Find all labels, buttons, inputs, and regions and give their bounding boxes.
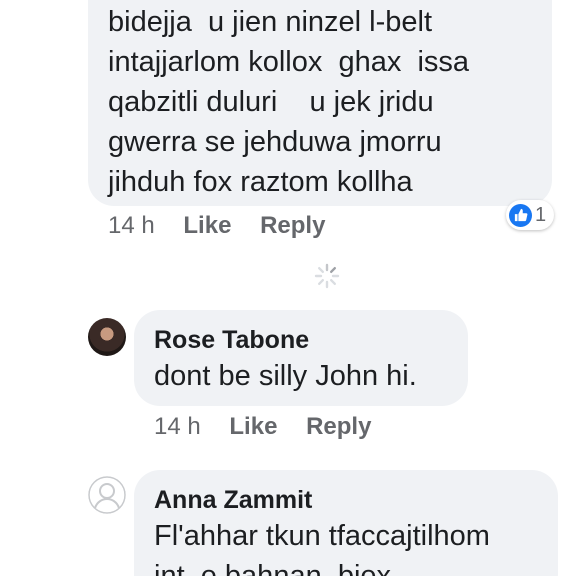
comment-timestamp: 14 h xyxy=(108,212,155,239)
comment-text-line: qabzitli duluri u jek jridu xyxy=(108,86,434,118)
comment-author[interactable]: Rose Tabone xyxy=(154,324,468,356)
comment-text-line: gwerra se jehduwa jmorru xyxy=(108,126,442,158)
comment-bubble: Anna Zammit Fl'ahhar tkun tfaccajtilhom … xyxy=(134,470,558,576)
avatar[interactable] xyxy=(88,318,126,356)
loading-spinner-icon xyxy=(314,263,340,289)
like-button[interactable]: Like xyxy=(183,212,231,239)
reaction-badge[interactable]: 1 xyxy=(506,200,554,230)
like-button[interactable]: Like xyxy=(229,413,277,440)
comment-thread: bidejja u jien ninzel l-belt intajjarlom… xyxy=(0,0,576,576)
thumbs-up-icon xyxy=(509,203,532,227)
avatar[interactable] xyxy=(88,476,126,514)
comment-text-line: intajjarlom kollox ghax issa xyxy=(108,46,470,78)
comment-author[interactable]: Anna Zammit xyxy=(154,484,558,516)
comment-text: dont be silly John hi. xyxy=(154,360,417,392)
comment-actions: 14 h Like Reply xyxy=(154,413,393,441)
comment-text-line: int e bahnan biex xyxy=(154,560,392,576)
comment-text-line: jihduh fox raztom kollha xyxy=(108,166,413,198)
comment-bubble: Rose Tabone dont be silly John hi. xyxy=(134,310,468,406)
default-avatar-icon xyxy=(88,476,126,514)
comment-bubble: bidejja u jien ninzel l-belt intajjarlom… xyxy=(88,0,552,206)
reply-button[interactable]: Reply xyxy=(260,212,325,239)
comment-timestamp: 14 h xyxy=(154,413,201,440)
reaction-count: 1 xyxy=(535,203,547,226)
reply-button[interactable]: Reply xyxy=(306,413,371,440)
comment-text-line: Fl'ahhar tkun tfaccajtilhom xyxy=(154,520,490,552)
comment-text-line: bidejja u jien ninzel l-belt xyxy=(108,6,433,38)
comment-actions: 14 h Like Reply xyxy=(108,212,347,240)
